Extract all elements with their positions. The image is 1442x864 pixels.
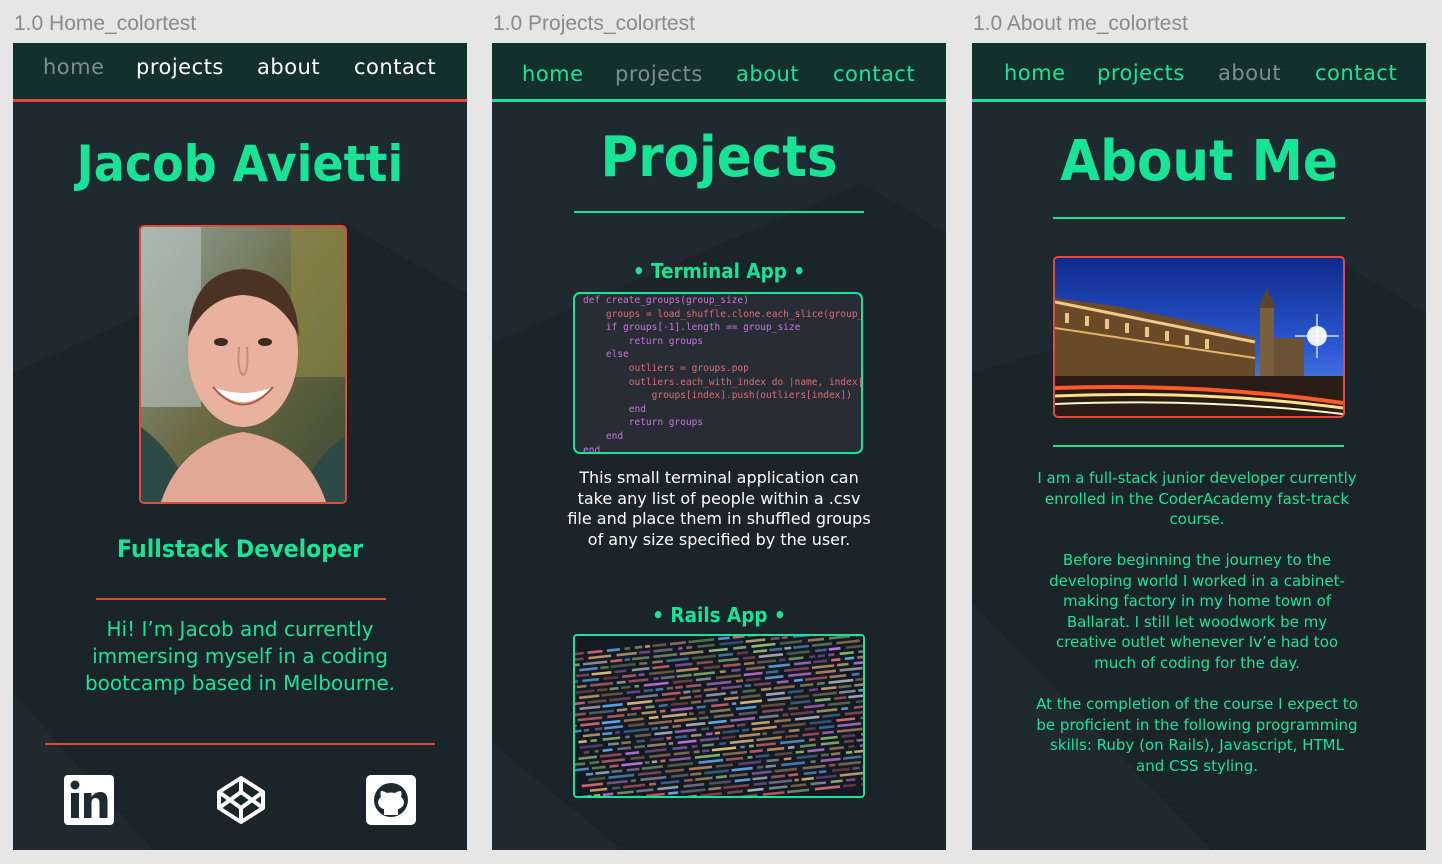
code-streak [583, 750, 590, 754]
code-streak [594, 749, 599, 753]
code-streak [860, 732, 863, 736]
nav-about[interactable]: about [257, 55, 320, 79]
code-streak [731, 702, 737, 706]
divider [1053, 217, 1345, 219]
code-line: groups[index].push(outliers[index]) [583, 390, 852, 402]
code-streak [860, 716, 863, 720]
code-line: end [583, 403, 646, 415]
about-paragraph-3: At the completion of the course I expect… [1036, 695, 1358, 775]
code-streak [714, 731, 721, 735]
about-paragraph-2: Before beginning the journey to the deve… [1049, 551, 1345, 672]
frame-projects: home projects about contact Projects • T… [492, 43, 946, 850]
project-title-rails: • Rails App • [652, 603, 786, 627]
frame-label-projects: 1.0 Projects_colortest [493, 12, 695, 35]
code-streak [747, 755, 753, 759]
navbar-divider [492, 99, 946, 102]
code-streak [740, 745, 745, 749]
code-streak [615, 730, 620, 735]
code-line: outliers.each_with_index do |name, index… [583, 376, 863, 388]
code-streak [762, 732, 768, 736]
nav-home[interactable]: home [43, 55, 105, 79]
code-streak [644, 761, 650, 765]
code-streak [666, 736, 672, 740]
code-line: else [583, 349, 629, 361]
github-icon[interactable] [366, 775, 416, 825]
code-streak [644, 644, 651, 648]
code-streak [810, 760, 816, 764]
code-streak [678, 646, 683, 650]
project-description-terminal: This small terminal application can take… [567, 468, 871, 549]
code-streak [748, 744, 754, 748]
code-streak [688, 712, 694, 716]
nav-about[interactable]: about [736, 62, 799, 86]
profile-photo [139, 225, 347, 504]
frame-home: home projects about contact Jacob Aviett… [13, 43, 467, 850]
code-streak [668, 741, 674, 745]
frame-about: home projects about contact About Me I a… [972, 43, 1426, 850]
frame-label-home: 1.0 Home_colortest [14, 12, 197, 35]
code-streak [660, 759, 666, 763]
project-title-terminal: • Terminal App • [632, 259, 806, 283]
ballarat-photo [1053, 256, 1345, 418]
code-line: end [583, 430, 624, 442]
nav-home[interactable]: home [1004, 61, 1066, 85]
linkedin-icon[interactable] [64, 775, 114, 825]
code-line: return groups [583, 335, 704, 347]
code-streak [625, 735, 630, 739]
page-title: Jacob Avietti [76, 135, 404, 193]
divider [96, 598, 386, 600]
code-line: groups = load_shuffle.clone.each_slice(g… [583, 308, 863, 320]
code-streak [859, 743, 863, 748]
divider [45, 743, 435, 745]
code-line: end [583, 444, 601, 454]
nav-contact[interactable]: contact [1315, 61, 1397, 85]
code-line: return groups [583, 417, 704, 429]
navbar-divider [972, 99, 1426, 102]
divider [574, 211, 864, 213]
intro-text: Hi! I’m Jacob and currently immersing my… [84, 617, 396, 695]
code-line: if groups[-1].length == group_size [583, 322, 801, 334]
divider [1053, 445, 1344, 447]
rails-app-screenshot[interactable] [573, 634, 865, 798]
nav-about[interactable]: about [1218, 61, 1281, 85]
terminal-app-screenshot[interactable]: def create_groups(group_size) groups = l… [573, 292, 863, 454]
code-streak [634, 684, 640, 688]
nav-home[interactable]: home [522, 62, 584, 86]
about-paragraph-1: I am a full-stack junior developer curre… [1037, 469, 1357, 529]
page-title: About Me [1060, 129, 1338, 194]
code-image [575, 636, 863, 796]
code-streak [794, 778, 799, 782]
code-streak [630, 779, 637, 783]
role-subtitle: Fullstack Developer [117, 535, 363, 563]
page-title: Projects [600, 125, 838, 190]
codepen-icon[interactable] [216, 775, 266, 825]
navbar-divider [13, 99, 467, 102]
nav-projects[interactable]: projects [1097, 61, 1185, 85]
code-line: outliers = groups.pop [583, 362, 749, 374]
nav-projects[interactable]: projects [136, 55, 224, 79]
code-line: def create_groups(group_size) [583, 295, 749, 306]
frame-label-about: 1.0 About me_colortest [973, 12, 1188, 35]
code-streak [651, 760, 658, 764]
nav-contact[interactable]: contact [354, 55, 436, 79]
nav-contact[interactable]: contact [833, 62, 915, 86]
nav-projects[interactable]: projects [615, 62, 703, 86]
